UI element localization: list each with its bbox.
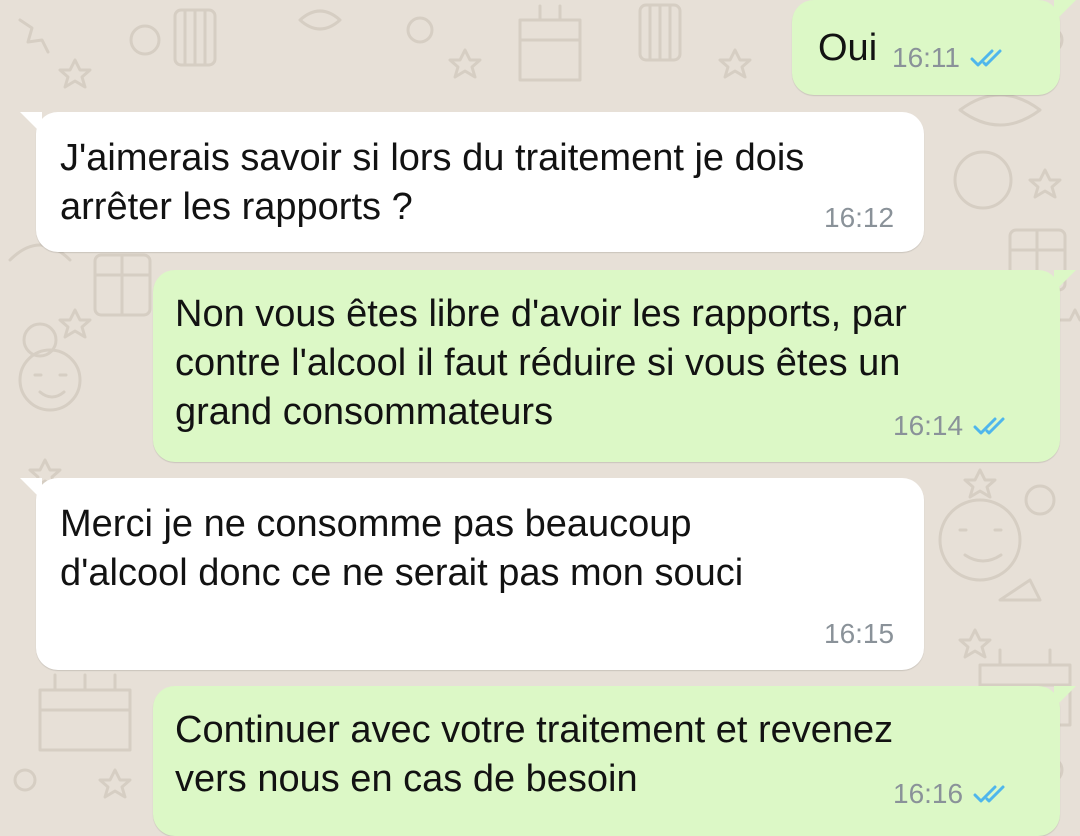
message-bubble-incoming[interactable]: J'aimerais savoir si lors du traitement … xyxy=(20,112,924,252)
message-time: 16:16 xyxy=(893,778,964,809)
message-text: Oui xyxy=(818,27,878,69)
message-time: 16:15 xyxy=(824,618,895,649)
message-bubble-outgoing[interactable]: Non vous êtes libre d'avoir les rapports… xyxy=(153,270,1076,462)
message-text: Non vous êtes libre d'avoir les rapports… xyxy=(175,293,907,433)
message-meta: 16:14 xyxy=(893,410,1009,442)
message-time: 16:14 xyxy=(893,410,964,441)
message-text: Merci je ne consomme pas beaucoup d'alco… xyxy=(60,503,744,594)
message-meta: 16:12 xyxy=(824,202,894,234)
double-check-read-icon xyxy=(973,415,1009,437)
message-meta: 16:11 xyxy=(892,42,1006,74)
message-bubble-outgoing[interactable]: Oui 16:11 xyxy=(792,0,1076,95)
message-list[interactable]: Oui 16:11 J'aimerais savoir si lors du t… xyxy=(0,0,1080,836)
double-check-read-icon xyxy=(973,783,1009,805)
double-check-read-icon xyxy=(970,47,1006,69)
message-meta: 16:15 xyxy=(824,618,894,650)
message-time: 16:11 xyxy=(892,42,960,73)
message-bubble-incoming[interactable]: Merci je ne consomme pas beaucoup d'alco… xyxy=(20,478,924,670)
message-text: Continuer avec votre traitement et reven… xyxy=(175,709,894,800)
message-time: 16:12 xyxy=(824,202,895,233)
message-text: J'aimerais savoir si lors du traitement … xyxy=(60,137,805,228)
message-meta: 16:16 xyxy=(893,778,1009,810)
